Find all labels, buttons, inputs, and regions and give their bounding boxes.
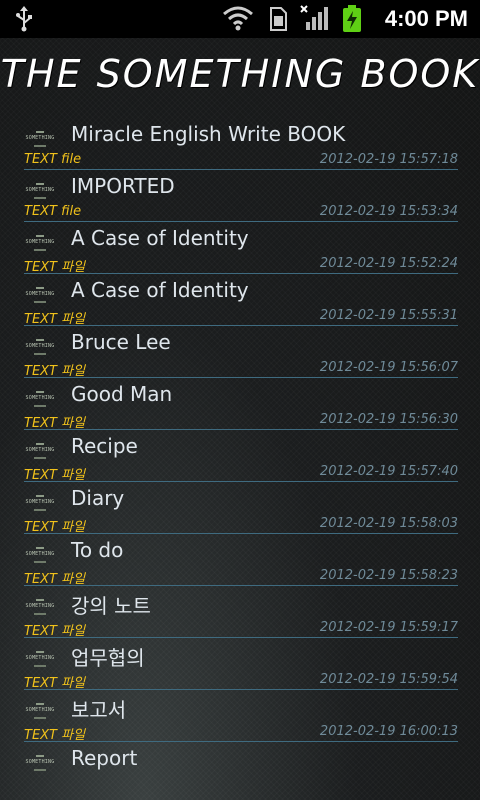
file-title: Bruce Lee [71, 330, 171, 354]
file-date: 2012-02-19 15:58:23 [319, 568, 458, 583]
app-title: THE SOMETHING BOOK [0, 52, 480, 96]
book-thumbnail-icon: SOMETHING [24, 597, 56, 621]
file-list-item[interactable]: SOMETHING Recipe TEXT 파일 2012-02-19 15:5… [0, 430, 480, 483]
wifi-icon [222, 5, 254, 35]
usb-icon [14, 6, 34, 36]
file-date: 2012-02-19 15:57:18 [319, 152, 458, 167]
file-date: 2012-02-19 15:59:54 [319, 672, 458, 687]
status-bar: 4:00 PM [0, 0, 480, 38]
file-title: 강의 노트 [71, 594, 151, 618]
file-list: SOMETHING Miracle English Write BOOK TEX… [0, 118, 480, 794]
file-date: 2012-02-19 15:53:34 [319, 204, 458, 219]
file-title: Diary [71, 486, 125, 510]
book-thumbnail-icon: SOMETHING [24, 493, 56, 517]
book-thumbnail-icon: SOMETHING [24, 545, 56, 569]
file-type: TEXT file [24, 204, 82, 219]
book-thumbnail-icon: SOMETHING [24, 753, 56, 777]
file-list-item[interactable]: SOMETHING Good Man TEXT 파일 2012-02-19 15… [0, 378, 480, 431]
file-date: 2012-02-19 15:56:07 [319, 360, 458, 375]
signal-icon [300, 4, 330, 36]
book-thumbnail-icon: SOMETHING [24, 129, 56, 153]
file-title: IMPORTED [71, 174, 175, 198]
file-list-item[interactable]: SOMETHING A Case of Identity TEXT 파일 201… [0, 274, 480, 327]
file-date: 2012-02-19 15:55:31 [319, 308, 458, 323]
file-date: 2012-02-19 15:56:30 [319, 412, 458, 427]
file-list-item[interactable]: SOMETHING 강의 노트 TEXT 파일 2012-02-19 15:59… [0, 586, 480, 639]
file-title: A Case of Identity [71, 226, 249, 250]
file-list-item[interactable]: SOMETHING Diary TEXT 파일 2012-02-19 15:58… [0, 482, 480, 535]
book-thumbnail-icon: SOMETHING [24, 701, 56, 725]
file-date: 2012-02-19 15:59:17 [319, 620, 458, 635]
book-thumbnail-icon: SOMETHING [24, 285, 56, 309]
file-title: Miracle English Write BOOK [71, 122, 346, 146]
file-list-item[interactable]: SOMETHING 보고서 TEXT 파일 2012-02-19 16:00:1… [0, 690, 480, 743]
file-date: 2012-02-19 15:58:03 [319, 516, 458, 531]
file-date: 2012-02-19 16:00:13 [319, 724, 458, 739]
file-type: TEXT file [24, 152, 82, 167]
file-list-item[interactable]: SOMETHING A Case of Identity TEXT 파일 201… [0, 222, 480, 275]
file-title: To do [71, 538, 124, 562]
file-title: Good Man [71, 382, 173, 406]
file-list-item[interactable]: SOMETHING To do TEXT 파일 2012-02-19 15:58… [0, 534, 480, 587]
book-thumbnail-icon: SOMETHING [24, 649, 56, 673]
status-clock: 4:00 PM [384, 6, 468, 31]
file-title: Report [71, 746, 138, 770]
battery-charging-icon [342, 5, 362, 37]
file-list-item[interactable]: SOMETHING Bruce Lee TEXT 파일 2012-02-19 1… [0, 326, 480, 379]
book-thumbnail-icon: SOMETHING [24, 233, 56, 257]
file-title: 업무협의 [71, 646, 145, 670]
file-title: Recipe [71, 434, 138, 458]
file-title: 보고서 [71, 698, 127, 722]
book-thumbnail-icon: SOMETHING [24, 389, 56, 413]
file-date: 2012-02-19 15:57:40 [319, 464, 458, 479]
file-title: A Case of Identity [71, 278, 249, 302]
file-list-item[interactable]: SOMETHING Report [0, 742, 480, 794]
book-thumbnail-icon: SOMETHING [24, 441, 56, 465]
book-thumbnail-icon: SOMETHING [24, 181, 56, 205]
file-date: 2012-02-19 15:52:24 [319, 256, 458, 271]
file-list-item[interactable]: SOMETHING IMPORTED TEXT file 2012-02-19 … [0, 170, 480, 222]
app-screen: THE SOMETHING BOOK SOMETHING Miracle Eng… [0, 38, 480, 800]
file-list-item[interactable]: SOMETHING Miracle English Write BOOK TEX… [0, 118, 480, 170]
book-thumbnail-icon: SOMETHING [24, 337, 56, 361]
file-list-item[interactable]: SOMETHING 업무협의 TEXT 파일 2012-02-19 15:59:… [0, 638, 480, 691]
sim-icon [268, 7, 288, 35]
